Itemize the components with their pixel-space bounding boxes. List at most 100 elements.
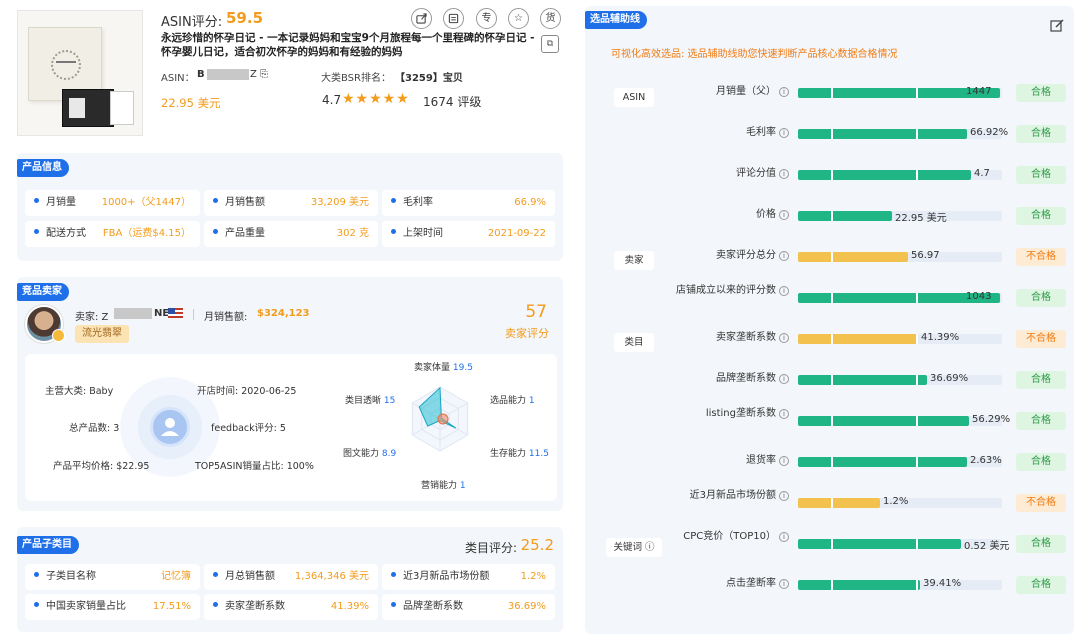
info-icon[interactable]: i bbox=[779, 251, 789, 261]
info-key: 毛利率 bbox=[403, 197, 433, 208]
metric-value: 0.52 美元 bbox=[964, 541, 1010, 552]
metric-status-badge: 合格 bbox=[1016, 289, 1066, 307]
subcat-cell: 卖家垄断系数 41.39% bbox=[204, 594, 378, 620]
metric-bar-track bbox=[798, 334, 1002, 344]
metric-bar-track bbox=[798, 252, 1002, 262]
product-image-inner-page bbox=[62, 89, 114, 127]
seller-name-redaction bbox=[114, 308, 152, 319]
user-icon bbox=[150, 407, 190, 447]
metric-status-badge: 合格 bbox=[1016, 166, 1066, 184]
info-icon[interactable]: i bbox=[779, 169, 789, 179]
info-icon[interactable]: i bbox=[779, 333, 789, 343]
share-icon[interactable] bbox=[411, 8, 432, 29]
seller-detail-card: 主营大类: Baby 开店时间: 2020-06-25 总产品数: 3 feed… bbox=[25, 354, 557, 501]
subcat-key: 中国卖家销量占比 bbox=[46, 601, 126, 612]
info-cell: 产品重量 302 克 bbox=[204, 221, 378, 247]
asin-value[interactable]: B bbox=[197, 69, 205, 80]
info-icon[interactable]: i bbox=[779, 532, 789, 542]
star-icon[interactable]: ☆ bbox=[508, 8, 529, 29]
info-cell: 毛利率 66.9% bbox=[382, 190, 555, 216]
metric-value: 41.39% bbox=[921, 332, 960, 343]
info-value: 302 克 bbox=[336, 228, 369, 239]
metric-row: 卖家评分总分 i 56.97 不合格 bbox=[585, 244, 1074, 270]
metric-row: 点击垄断率 i 39.41% 合格 bbox=[585, 572, 1074, 598]
product-header: ASIN评分: 59.5 专 ☆ 货 永远珍惜的怀孕日记 - 一本记录妈妈和宝宝… bbox=[17, 8, 567, 138]
product-image[interactable] bbox=[17, 10, 143, 136]
metric-status-badge: 合格 bbox=[1016, 125, 1066, 143]
threshold-marker bbox=[916, 334, 918, 344]
info-icon[interactable]: i bbox=[779, 456, 789, 466]
subcat-cell: 品牌垄断系数 36.69% bbox=[382, 594, 555, 620]
subcat-key: 卖家垄断系数 bbox=[225, 601, 285, 612]
info-icon[interactable]: i bbox=[779, 579, 789, 589]
seller-name-suffix[interactable]: NE bbox=[154, 308, 169, 319]
subcat-value: 记忆簿 bbox=[161, 571, 191, 582]
seller-panel: 竞品卖家 卖家: Z NE 月销售额: $324,123 流光翡翠 57 卖家评… bbox=[17, 277, 563, 511]
seller-stat-products: 总产品数: 3 bbox=[69, 423, 120, 434]
metric-value: 22.95 美元 bbox=[895, 213, 947, 224]
radar-label: 选品能力 1 bbox=[490, 396, 535, 406]
metric-status-badge: 不合格 bbox=[1016, 248, 1066, 266]
metric-label: 品牌垄断系数 i bbox=[669, 373, 789, 385]
metric-status-badge: 合格 bbox=[1016, 453, 1066, 471]
selection-guide-tag: 选品辅助线 bbox=[585, 11, 647, 29]
avatar-badge-icon bbox=[52, 329, 65, 342]
info-cell: 上架时间 2021-09-22 bbox=[382, 221, 555, 247]
subcat-cell: 月总销售额 1,364,346 美元 bbox=[204, 564, 378, 590]
subcat-value: 1.2% bbox=[520, 571, 546, 582]
seller-stat-feedback: feedback评分: 5 bbox=[211, 423, 286, 434]
metric-row: 卖家垄断系数 i 41.39% 不合格 bbox=[585, 326, 1074, 352]
review-count: 1674 评级 bbox=[423, 95, 482, 109]
copy-icon[interactable]: ⧉ bbox=[541, 35, 559, 53]
asin-suffix[interactable]: Z ⎘ bbox=[250, 69, 268, 80]
threshold-marker bbox=[831, 88, 833, 98]
bsr-value: 【3259】宝贝 bbox=[395, 73, 463, 84]
info-value: 1000+（父1447） bbox=[101, 197, 191, 208]
subcat-value: 41.39% bbox=[330, 601, 369, 612]
us-flag-icon bbox=[168, 308, 183, 318]
product-info-panel: 产品信息 月销量 1000+（父1447） 月销售额 33,209 美元 毛利率 66… bbox=[17, 153, 563, 261]
seller-tag: 竞品卖家 bbox=[17, 283, 69, 301]
radar-label: 生存能力 11.5 bbox=[490, 449, 549, 459]
info-icon[interactable]: i bbox=[779, 87, 789, 97]
radar-label: 类目透晰 15 bbox=[345, 396, 396, 406]
subcat-key: 子类目名称 bbox=[46, 571, 96, 582]
metric-row: 店铺成立以来的评分数 i 1043 合格 bbox=[585, 285, 1074, 311]
info-icon[interactable]: i bbox=[779, 286, 789, 296]
edit-icon[interactable] bbox=[1050, 19, 1064, 33]
threshold-marker bbox=[916, 457, 918, 467]
metric-status-badge: 合格 bbox=[1016, 207, 1066, 225]
threshold-marker bbox=[916, 170, 918, 180]
info-cell: 月销量 1000+（父1447） bbox=[25, 190, 200, 216]
supply-button[interactable]: 货 bbox=[540, 8, 561, 29]
radar-label: 卖家体量 19.5 bbox=[414, 363, 473, 373]
radar-average-marker bbox=[437, 413, 449, 425]
metric-value: 4.7 bbox=[974, 168, 990, 179]
exclusive-button[interactable]: 专 bbox=[476, 8, 497, 29]
info-icon[interactable]: i bbox=[779, 374, 789, 384]
metric-value: 1447 bbox=[966, 86, 992, 97]
threshold-marker bbox=[831, 129, 833, 139]
metric-label: CPC竞价（TOP10） i bbox=[669, 531, 789, 543]
metric-bar-fill bbox=[798, 129, 967, 139]
info-value: 66.9% bbox=[514, 197, 546, 208]
metric-value: 1043 bbox=[966, 291, 992, 302]
metric-bar-track bbox=[798, 375, 1002, 385]
seller-name[interactable]: 卖家: Z bbox=[75, 308, 108, 323]
info-icon[interactable]: i bbox=[779, 128, 789, 138]
metric-value: 56.97 bbox=[911, 250, 940, 261]
metric-bar-fill bbox=[798, 457, 967, 467]
threshold-marker bbox=[916, 416, 918, 426]
threshold-marker bbox=[916, 88, 918, 98]
calendar-icon[interactable] bbox=[443, 8, 464, 29]
metric-status-badge: 合格 bbox=[1016, 576, 1066, 594]
info-icon[interactable]: i bbox=[779, 210, 789, 220]
info-icon[interactable]: i bbox=[779, 491, 789, 501]
info-value: FBA（运费$4.15） bbox=[102, 228, 191, 239]
info-key: 配送方式 bbox=[46, 228, 86, 239]
metric-label: listing垄断系数 i bbox=[669, 408, 789, 420]
product-title[interactable]: 永远珍惜的怀孕日记 - 一本记录妈妈和宝宝9个月旅程每一个里程碑的怀孕日记 - … bbox=[161, 31, 541, 59]
info-icon[interactable]: i bbox=[779, 409, 789, 419]
metric-bar-track bbox=[798, 170, 1002, 180]
threshold-marker bbox=[831, 170, 833, 180]
